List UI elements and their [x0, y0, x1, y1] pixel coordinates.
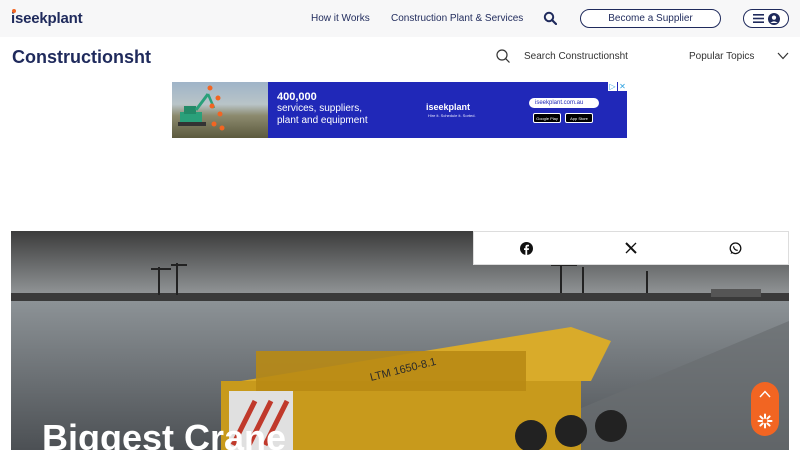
- ad-url-bar: iseekplant.com.au: [529, 98, 599, 108]
- top-navigation-bar: iseekplant How it Works Construction Pla…: [0, 0, 800, 37]
- ad-line-1: services, suppliers,: [277, 103, 363, 114]
- site-brand-title[interactable]: Constructionsht: [12, 47, 151, 68]
- nav-construction-plant-services[interactable]: Construction Plant & Services: [391, 13, 523, 24]
- search-icon[interactable]: [543, 11, 557, 25]
- ad-tagline: Hire it. Schedule it. Sorted.: [428, 113, 476, 118]
- ad-logo: iseekplant: [426, 102, 471, 112]
- search-site-input[interactable]: Search Constructionsht: [524, 51, 628, 62]
- account-menu-button[interactable]: [743, 9, 789, 28]
- popular-topics-dropdown[interactable]: Popular Topics: [689, 51, 754, 62]
- ad-info-icon[interactable]: ▷: [608, 82, 617, 91]
- floating-action-button[interactable]: [751, 382, 779, 436]
- app-store-badge[interactable]: App Store: [565, 113, 593, 123]
- user-icon: [767, 12, 780, 25]
- x-icon[interactable]: [621, 238, 641, 258]
- google-play-badge[interactable]: Google Play: [533, 113, 561, 123]
- search-icon[interactable]: [496, 49, 510, 63]
- chevron-up-icon[interactable]: [759, 389, 771, 398]
- whatsapp-icon[interactable]: [726, 238, 746, 258]
- ad-line-2: plant and equipment: [277, 115, 368, 126]
- ad-excavator-image: [172, 82, 268, 138]
- become-supplier-button[interactable]: Become a Supplier: [580, 9, 721, 28]
- hamburger-icon: [752, 14, 764, 23]
- chevron-down-icon[interactable]: [777, 52, 789, 60]
- article-title: Biggest Crane: [42, 417, 287, 450]
- advertisement-banner[interactable]: 400,000 services, suppliers, plant and e…: [172, 82, 627, 138]
- ad-url-text: iseekplant.com.au: [535, 100, 584, 106]
- facebook-icon[interactable]: [516, 238, 536, 258]
- ad-close-icon[interactable]: ✕: [618, 82, 627, 91]
- ad-headline: 400,000: [277, 91, 317, 103]
- logo-text: iseekplant: [11, 10, 83, 27]
- google-play-label: Google Play: [536, 115, 558, 121]
- logo-dot: [12, 9, 16, 13]
- nav-how-it-works[interactable]: How it Works: [311, 13, 370, 24]
- iseekplant-spark-icon[interactable]: [757, 413, 773, 429]
- iseekplant-logo[interactable]: iseekplant: [11, 9, 83, 27]
- social-share-bar: [473, 231, 789, 265]
- app-store-label: App Store: [570, 115, 588, 121]
